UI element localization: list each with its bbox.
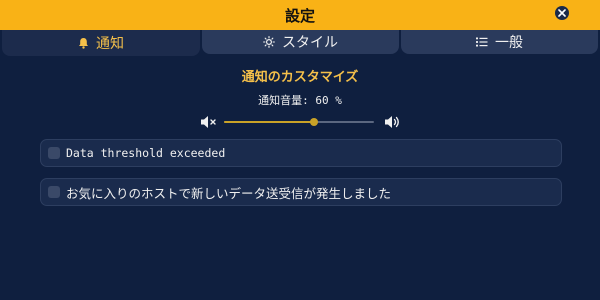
list-icon xyxy=(476,37,488,47)
volume-label: 通知音量: 60 % xyxy=(258,94,342,107)
volume-slider-row xyxy=(198,112,404,132)
title-bar: 設定 xyxy=(0,0,600,30)
option-data-threshold[interactable]: Data threshold exceeded xyxy=(40,139,562,167)
volume-high-icon[interactable] xyxy=(384,114,402,134)
tab-style[interactable]: スタイル xyxy=(202,30,399,54)
option-label: Data threshold exceeded xyxy=(66,146,226,160)
bell-icon xyxy=(78,37,89,49)
volume-slider-thumb[interactable] xyxy=(310,118,318,126)
volume-mute-icon[interactable] xyxy=(200,114,218,134)
close-icon xyxy=(558,9,566,17)
tab-bar: 通知 スタイル 一般 xyxy=(0,30,600,56)
volume-slider[interactable] xyxy=(224,118,374,126)
volume-slider-fill xyxy=(224,121,314,123)
tab-label: スタイル xyxy=(282,35,338,51)
tab-general[interactable]: 一般 xyxy=(401,30,598,54)
window-title: 設定 xyxy=(284,6,315,25)
close-button[interactable] xyxy=(555,6,569,20)
section-title: 通知のカスタマイズ xyxy=(241,70,359,85)
checkbox[interactable] xyxy=(48,186,60,198)
option-favorite-host-traffic[interactable]: お気に入りのホストで新しいデータ送受信が発生しました xyxy=(40,178,562,206)
tab-label: 一般 xyxy=(495,35,523,51)
tab-notifications[interactable]: 通知 xyxy=(2,30,200,56)
option-label: お気に入りのホストで新しいデータ送受信が発生しました xyxy=(66,185,392,201)
sun-icon xyxy=(263,36,275,48)
tab-label: 通知 xyxy=(96,36,124,52)
checkbox[interactable] xyxy=(48,147,60,159)
